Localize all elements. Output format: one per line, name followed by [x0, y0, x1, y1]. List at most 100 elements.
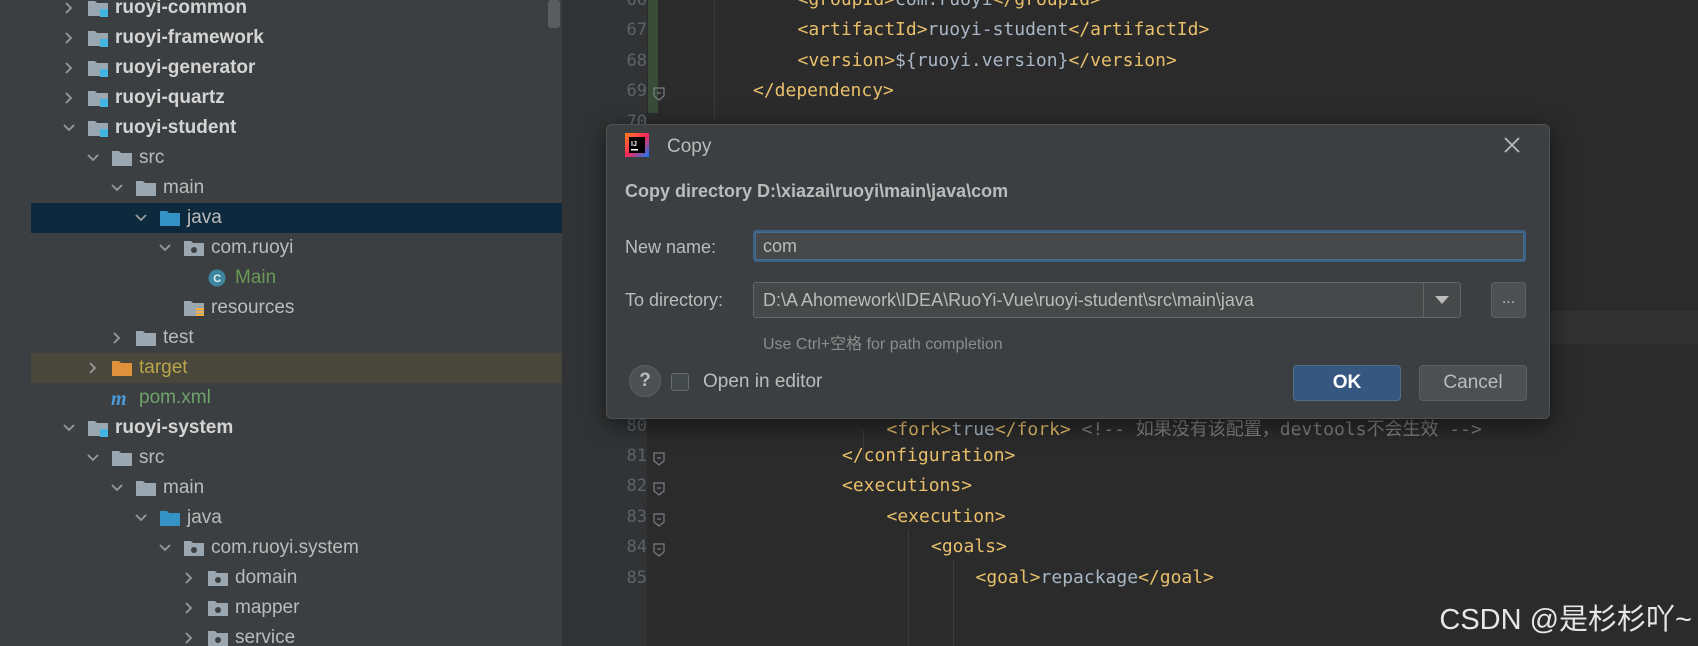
tree-item-ruoyi-quartz[interactable]: ruoyi-quartz [31, 83, 562, 113]
maven-icon: m [111, 388, 133, 410]
code-line: <executions> [842, 475, 973, 497]
open-in-editor-checkbox[interactable] [671, 373, 689, 391]
dropdown-arrow-icon[interactable] [1423, 283, 1460, 317]
resources-folder-icon [183, 299, 205, 317]
chevron-placeholder [87, 392, 99, 404]
tree-item-label: src [139, 147, 165, 168]
module-folder-icon [87, 0, 109, 17]
browse-button[interactable]: ... [1491, 282, 1526, 318]
module-folder-icon [87, 29, 109, 47]
tree-item-src[interactable]: src [31, 143, 562, 173]
ok-button[interactable]: OK [1293, 365, 1401, 401]
tree-item-label: java [187, 207, 222, 228]
chevron-down-icon[interactable] [111, 482, 123, 494]
tree-item-java[interactable]: java [31, 503, 562, 533]
tree-item-mapper[interactable]: mapper [31, 593, 562, 623]
tree-item-src[interactable]: src [31, 443, 562, 473]
close-icon[interactable] [1501, 134, 1523, 156]
folder-icon [111, 149, 133, 167]
tree-item-ruoyi-generator[interactable]: ruoyi-generator [31, 53, 562, 83]
new-name-label: New name: [625, 237, 717, 257]
indent-guide [953, 560, 954, 646]
indent-guide [908, 530, 909, 646]
fold-marker-icon[interactable] [653, 452, 665, 466]
tree-item-service[interactable]: service [31, 623, 562, 646]
line-number: 68 [626, 50, 647, 71]
chevron-right-icon[interactable] [63, 2, 75, 14]
open-in-editor-label[interactable]: Open in editor [703, 371, 822, 393]
chevron-right-icon[interactable] [63, 62, 75, 74]
path-completion-hint: Use Ctrl+空格 for path completion [763, 336, 1003, 353]
chevron-right-icon[interactable] [183, 572, 195, 584]
chevron-right-icon[interactable] [63, 92, 75, 104]
svg-text:C: C [213, 273, 221, 285]
chevron-right-icon[interactable] [63, 32, 75, 44]
tree-item-main[interactable]: C Main [31, 263, 562, 293]
folder-icon [135, 179, 157, 197]
tree-item-ruoyi-system[interactable]: ruoyi-system [31, 413, 562, 443]
chevron-placeholder [183, 272, 195, 284]
tree-item-ruoyi-common[interactable]: ruoyi-common [31, 0, 562, 23]
chevron-right-icon[interactable] [183, 632, 195, 644]
fold-marker-icon[interactable] [653, 87, 665, 101]
tree-item-label: pom.xml [139, 387, 211, 408]
chevron-right-icon[interactable] [183, 602, 195, 614]
fold-marker-icon[interactable] [653, 482, 665, 497]
chevron-down-icon[interactable] [135, 212, 147, 224]
tree-item-label: src [139, 447, 165, 468]
indent-guide [863, 430, 864, 460]
tree-item-java[interactable]: java [31, 203, 562, 233]
tree-item-domain[interactable]: domain [31, 563, 562, 593]
chevron-down-icon[interactable] [159, 542, 171, 554]
source-folder-icon [159, 509, 181, 527]
module-folder-icon [87, 89, 109, 107]
tree-scrollbar[interactable] [548, 0, 560, 28]
line-number: 84 [626, 537, 647, 558]
tree-item-pom-xml[interactable]: m pom.xml [31, 383, 562, 413]
tree-item-ruoyi-framework[interactable]: ruoyi-framework [31, 23, 562, 53]
project-tree[interactable]: ruoyi-common ruoyi-framework ruoyi-generat… [31, 0, 562, 646]
tree-item-main[interactable]: main [31, 173, 562, 203]
tree-item-label: domain [235, 567, 298, 588]
to-directory-combobox[interactable]: D:\A Ahomework\IDEA\RuoYi-Vue\ruoyi-stud… [753, 282, 1461, 318]
tree-item-label: ruoyi-student [115, 117, 237, 138]
code-line: <goals> [931, 536, 1007, 558]
tree-item-com-ruoyi[interactable]: com.ruoyi [31, 233, 562, 263]
cancel-button[interactable]: Cancel [1419, 365, 1527, 401]
to-directory-value: D:\A Ahomework\IDEA\RuoYi-Vue\ruoyi-stud… [763, 290, 1254, 310]
chevron-down-icon[interactable] [87, 452, 99, 464]
tree-item-resources[interactable]: resources [31, 293, 562, 323]
tree-item-label: mapper [235, 597, 300, 618]
code-line: </dependency> [753, 80, 894, 102]
chevron-down-icon[interactable] [159, 242, 171, 254]
chevron-down-icon[interactable] [87, 152, 99, 164]
help-button[interactable]: ? [629, 365, 661, 397]
chevron-placeholder [159, 302, 171, 314]
dialog-title: Copy [667, 136, 712, 157]
java-class-icon: C [207, 269, 229, 287]
package-icon [183, 239, 205, 257]
chevron-down-icon[interactable] [63, 422, 75, 434]
package-icon [183, 539, 205, 557]
tree-item-ruoyi-student[interactable]: ruoyi-student [31, 113, 562, 143]
tree-item-label: java [187, 507, 222, 528]
watermark: CSDN @是杉杉吖~ [1439, 604, 1692, 636]
tree-item-com-ruoyi-system[interactable]: com.ruoyi.system [31, 533, 562, 563]
tree-item-main[interactable]: main [31, 473, 562, 503]
chevron-right-icon[interactable] [111, 332, 123, 344]
fold-marker-icon[interactable] [653, 513, 665, 527]
chevron-down-icon[interactable] [111, 182, 123, 194]
line-number: 82 [626, 476, 647, 497]
tree-item-label: ruoyi-quartz [115, 87, 225, 108]
chevron-down-icon[interactable] [135, 512, 147, 524]
tree-item-test[interactable]: test [31, 323, 562, 353]
chevron-right-icon[interactable] [87, 362, 99, 374]
tree-item-label: resources [211, 297, 295, 318]
tree-item-label: com.ruoyi.system [211, 537, 359, 558]
tree-item-target[interactable]: target [31, 353, 562, 383]
module-folder-icon [87, 59, 109, 77]
module-folder-icon [87, 119, 109, 137]
fold-marker-icon[interactable] [653, 543, 665, 557]
new-name-input[interactable] [753, 230, 1526, 262]
chevron-down-icon[interactable] [63, 122, 75, 134]
